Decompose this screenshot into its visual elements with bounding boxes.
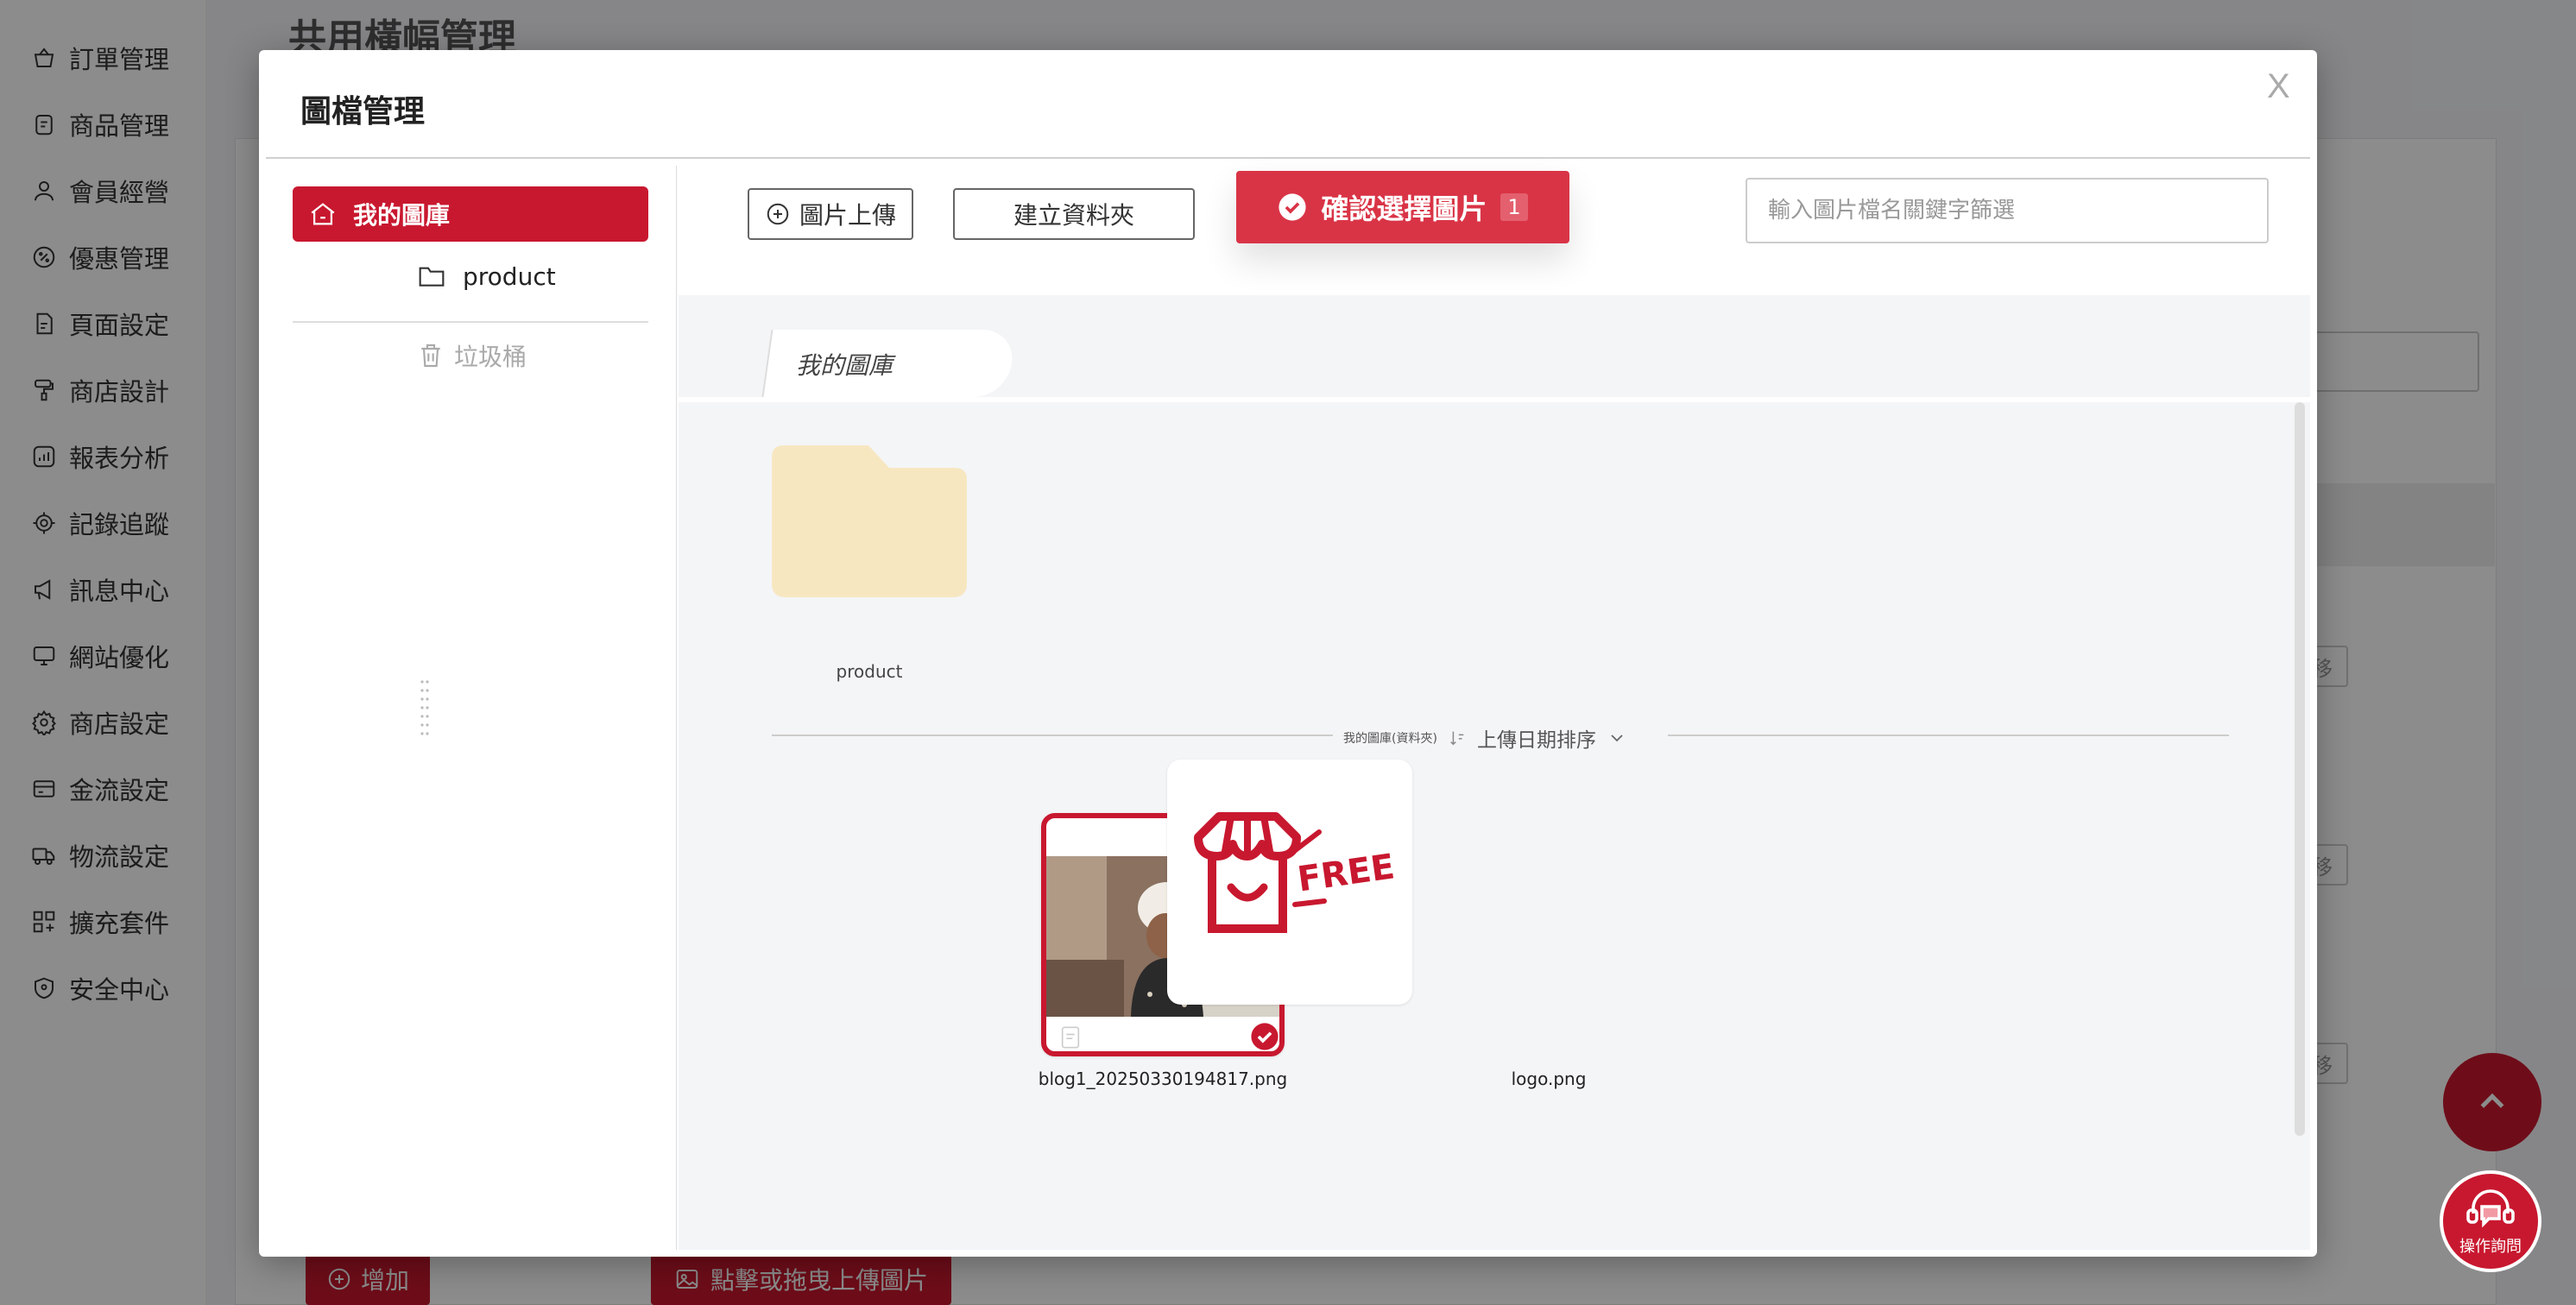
modal-title: 圖檔管理: [300, 94, 426, 129]
tree-divider: [293, 321, 648, 323]
section-header: 我的圖庫(資料夾) 上傳日期排序: [1343, 723, 1627, 753]
file-info-icon[interactable]: [1060, 1025, 1081, 1050]
image-filename: logo.png: [1511, 1069, 1587, 1089]
home-icon: [311, 203, 335, 225]
folder-tile-product[interactable]: [772, 445, 967, 644]
confirm-selection-button[interactable]: 確認選擇圖片 1: [1236, 171, 1569, 243]
close-button[interactable]: X: [2267, 67, 2290, 106]
folder-tree: 我的圖庫 product 垃圾桶: [266, 166, 677, 1250]
sort-icon: [1450, 731, 1464, 746]
folder-icon: [419, 267, 445, 287]
logo-image-card[interactable]: FREE: [1167, 760, 1412, 1005]
tree-item-product[interactable]: product: [418, 255, 556, 297]
shop-logo-image: FREE: [1194, 812, 1397, 933]
trash-icon: [421, 344, 440, 368]
check-circle-icon: [1279, 193, 1306, 221]
modal-divider: [266, 157, 2310, 159]
folder-name: product: [836, 661, 903, 682]
filename-filter-input[interactable]: [1746, 178, 2269, 243]
gallery-content: product 我的圖庫(資料夾) 上傳日期排序 blog1_202503301…: [679, 402, 2310, 1250]
scrollbar[interactable]: [2295, 402, 2305, 1136]
section-divider: [1668, 734, 2229, 736]
panel-resize-handle[interactable]: [420, 678, 430, 739]
plus-circle-icon: [767, 203, 789, 225]
tree-item-trash[interactable]: 垃圾桶: [418, 335, 527, 376]
section-label: 我的圖庫(資料夾): [1343, 732, 1437, 746]
help-button[interactable]: 操作詢問: [2440, 1170, 2541, 1272]
create-folder-label: 建立資料夾: [1013, 201, 1134, 230]
tree-item-label: 我的圖庫: [353, 201, 451, 230]
upload-label: 圖片上傳: [799, 201, 896, 230]
image-manager-modal: 圖檔管理 X 我的圖庫 product 垃圾桶 圖片上傳 建立資料夾 確認選擇圖…: [259, 50, 2317, 1257]
gallery-toolbar: 圖片上傳 建立資料夾 確認選擇圖片 1: [679, 166, 2310, 295]
sort-dropdown[interactable]: 上傳日期排序: [1477, 723, 1596, 753]
gallery-main: 圖片上傳 建立資料夾 確認選擇圖片 1 我的圖庫 product: [679, 166, 2310, 1250]
section-divider: [772, 734, 1333, 736]
breadcrumb: 我的圖庫: [796, 351, 893, 380]
selected-check-icon[interactable]: [1250, 1022, 1279, 1051]
selected-count-badge: 1: [1500, 193, 1528, 221]
tree-item-label: 垃圾桶: [454, 343, 527, 371]
chevron-down-icon[interactable]: [1607, 728, 1627, 748]
help-label: 操作詢問: [2459, 1238, 2522, 1256]
create-folder-button[interactable]: 建立資料夾: [953, 188, 1195, 240]
headset-chat-icon: [2466, 1189, 2515, 1228]
image-filename: blog1_20250330194817.png: [1038, 1069, 1288, 1089]
tree-item-my-gallery[interactable]: 我的圖庫: [293, 186, 648, 242]
confirm-label: 確認選擇圖片: [1321, 192, 1487, 225]
logo-text: FREE: [1295, 847, 1397, 899]
tree-item-label: product: [463, 262, 556, 291]
upload-image-button[interactable]: 圖片上傳: [748, 188, 913, 240]
